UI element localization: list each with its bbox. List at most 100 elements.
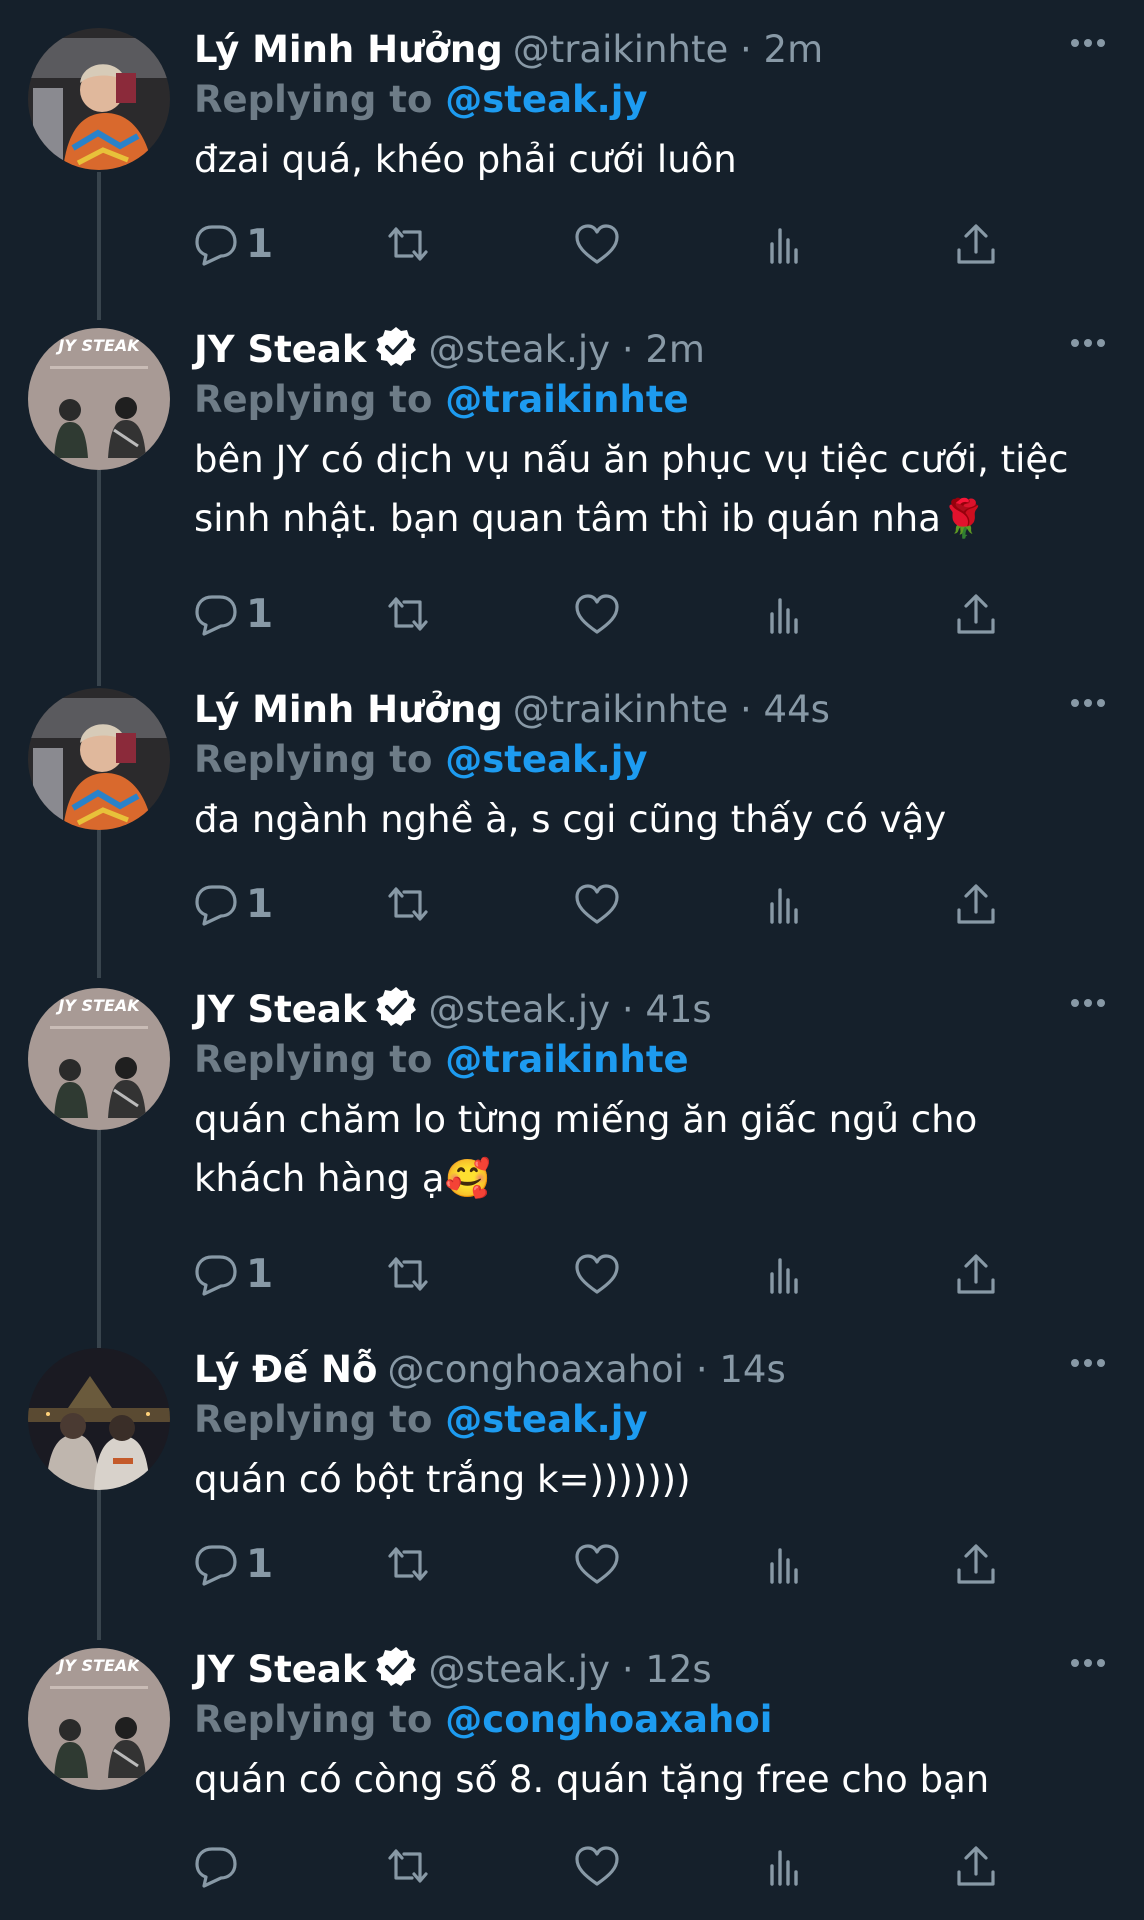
display-name[interactable]: Lý Đế Nỗ: [194, 1348, 377, 1391]
reply-button[interactable]: 1: [194, 1536, 273, 1592]
display-name[interactable]: JY Steak: [194, 328, 366, 371]
user-handle[interactable]: @steak.jy: [428, 1648, 610, 1691]
more-options-button[interactable]: [1068, 1648, 1108, 1678]
replying-to-mention[interactable]: @traikinhte: [445, 1038, 688, 1081]
share-button[interactable]: [954, 1246, 998, 1302]
more-options-button[interactable]: [1068, 988, 1108, 1018]
like-button[interactable]: [574, 1838, 620, 1894]
display-name[interactable]: Lý Minh Hưởng: [194, 28, 503, 71]
retweet-icon: [388, 227, 428, 261]
reply-count: 1: [246, 591, 274, 637]
timestamp[interactable]: 14s: [719, 1348, 785, 1391]
share-button[interactable]: [954, 586, 998, 642]
like-button[interactable]: [574, 216, 620, 272]
avatar[interactable]: JY STEAK: [28, 328, 170, 470]
replying-to-label: Replying to: [194, 378, 433, 421]
avatar[interactable]: JY STEAK: [28, 1648, 170, 1790]
svg-text:JY STEAK: JY STEAK: [55, 996, 141, 1015]
retweet-button[interactable]: [384, 1838, 432, 1894]
replying-to-line: Replying to @traikinhte: [194, 375, 689, 425]
like-button[interactable]: [574, 1246, 620, 1302]
views-button[interactable]: [766, 1246, 806, 1302]
tweet[interactable]: Lý Đế Nỗ @conghoaxahoi · 14s Replying to …: [0, 1320, 1144, 1620]
views-button[interactable]: [766, 216, 806, 272]
tweet[interactable]: JY STEAK JY Steak @steak.jy · 41s Replyin…: [0, 960, 1144, 1320]
like-button[interactable]: [574, 876, 620, 932]
reply-count: 1: [246, 881, 274, 927]
tweet-header: Lý Minh Hưởng @traikinhte · 44s: [194, 684, 830, 736]
timestamp[interactable]: 12s: [645, 1648, 711, 1691]
retweet-icon: [388, 1257, 428, 1291]
timestamp[interactable]: 44s: [764, 688, 830, 731]
action-bar: 1: [194, 216, 1044, 272]
retweet-button[interactable]: [384, 876, 432, 932]
reply-count: 1: [246, 1251, 274, 1297]
reply-button[interactable]: [194, 1838, 246, 1894]
retweet-button[interactable]: [384, 586, 432, 642]
display-name[interactable]: JY Steak: [194, 1648, 366, 1691]
share-button[interactable]: [954, 216, 998, 272]
replying-to-mention[interactable]: @conghoaxahoi: [445, 1698, 772, 1741]
display-name[interactable]: Lý Minh Hưởng: [194, 688, 503, 731]
more-options-button[interactable]: [1068, 28, 1108, 58]
replying-to-mention[interactable]: @traikinhte: [445, 378, 688, 421]
tweet-text: quán có bột trắng k=))))))): [194, 1450, 1104, 1509]
more-options-button[interactable]: [1068, 328, 1108, 358]
share-button[interactable]: [954, 1536, 998, 1592]
reply-button[interactable]: 1: [194, 216, 273, 272]
avatar[interactable]: [28, 1348, 170, 1490]
reply-button[interactable]: 1: [194, 1246, 273, 1302]
views-button[interactable]: [766, 1536, 806, 1592]
user-handle[interactable]: @traikinhte: [513, 688, 729, 731]
views-icon: [770, 228, 798, 264]
more-options-button[interactable]: [1068, 1348, 1108, 1378]
tweet-text-line: quán chăm lo từng miếng ăn giấc ngủ cho: [194, 1098, 978, 1141]
share-icon: [957, 224, 995, 264]
replying-to-mention[interactable]: @steak.jy: [445, 738, 647, 781]
action-bar: 1: [194, 1246, 1044, 1302]
like-button[interactable]: [574, 1536, 620, 1592]
tweet-header: Lý Minh Hưởng @traikinhte · 2m: [194, 24, 823, 76]
tweet-text-line: bên JY có dịch vụ nấu ăn phục vụ tiệc cư…: [194, 438, 1069, 481]
views-button[interactable]: [766, 586, 806, 642]
avatar[interactable]: [28, 28, 170, 170]
timestamp[interactable]: 2m: [645, 328, 705, 371]
views-button[interactable]: [766, 876, 806, 932]
share-icon: [957, 1254, 995, 1294]
tweet[interactable]: Lý Minh Hưởng @traikinhte · 2m Replying t…: [0, 0, 1144, 300]
user-handle[interactable]: @traikinhte: [513, 28, 729, 71]
user-handle[interactable]: @conghoaxahoi: [387, 1348, 684, 1391]
reply-button[interactable]: 1: [194, 586, 273, 642]
tweet[interactable]: JY STEAK JY Steak @steak.jy · 12s Replyin…: [0, 1620, 1144, 1920]
share-button[interactable]: [954, 1838, 998, 1894]
timestamp[interactable]: 2m: [764, 28, 824, 71]
tweet[interactable]: JY STEAK JY Steak @steak.jy · 2m Replying…: [0, 300, 1144, 660]
replying-to-mention[interactable]: @steak.jy: [445, 1398, 647, 1441]
views-icon: [770, 1548, 798, 1584]
share-button[interactable]: [954, 876, 998, 932]
separator: ·: [621, 988, 634, 1031]
like-icon: [575, 1544, 619, 1584]
retweet-button[interactable]: [384, 216, 432, 272]
views-icon: [770, 598, 798, 634]
retweet-button[interactable]: [384, 1536, 432, 1592]
reply-button[interactable]: 1: [194, 876, 273, 932]
tweet-text-line: đzai quá, khéo phải cưới luôn: [194, 138, 737, 181]
views-button[interactable]: [766, 1838, 806, 1894]
share-icon: [957, 1544, 995, 1584]
tweet[interactable]: Lý Minh Hưởng @traikinhte · 44s Replying …: [0, 660, 1144, 960]
avatar[interactable]: [28, 688, 170, 830]
display-name[interactable]: JY Steak: [194, 988, 366, 1031]
user-handle[interactable]: @steak.jy: [428, 988, 610, 1031]
avatar[interactable]: JY STEAK: [28, 988, 170, 1130]
replying-to-mention[interactable]: @steak.jy: [445, 78, 647, 121]
more-options-button[interactable]: [1068, 688, 1108, 718]
more-icon: [1071, 1359, 1105, 1367]
timestamp[interactable]: 41s: [645, 988, 711, 1031]
user-handle[interactable]: @steak.jy: [428, 328, 610, 371]
more-icon: [1071, 1659, 1105, 1667]
retweet-button[interactable]: [384, 1246, 432, 1302]
reply-count: 1: [246, 1541, 274, 1587]
tweet-text: đzai quá, khéo phải cưới luôn: [194, 130, 1104, 189]
like-button[interactable]: [574, 586, 620, 642]
